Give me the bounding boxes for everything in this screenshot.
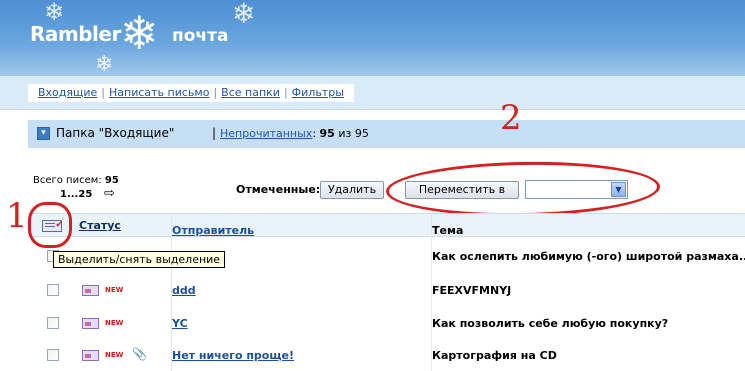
table-row[interactable]: NEW ddd FEEXVFMNYJ	[28, 274, 745, 307]
column-header-status[interactable]: Статус	[79, 219, 121, 232]
row-checkbox[interactable]	[47, 349, 59, 361]
nav-links: Входящие | Написать письмо | Все папки | Фильт…	[28, 84, 354, 102]
envelope-icon	[82, 350, 99, 361]
row-checkbox[interactable]	[47, 284, 59, 296]
table-header: Статус Отправитель Тема	[28, 213, 745, 237]
column-header-subject: Тема	[432, 224, 464, 237]
folder-separator: |	[212, 126, 217, 140]
unread-total: 95	[354, 127, 369, 140]
delete-button[interactable]: Удалить	[320, 181, 384, 199]
row-checkbox[interactable]	[47, 317, 59, 329]
select-all-tooltip: Выделить/снять выделение	[53, 251, 226, 268]
table-row[interactable]: NEW 📎 Нет ничего проще! Картография на C…	[28, 339, 745, 371]
unread-colon: :	[312, 127, 320, 140]
row-subject[interactable]: Картография на CD	[432, 349, 557, 362]
annotation-oval-two	[385, 159, 661, 219]
unread-link[interactable]: Непрочитанных	[220, 127, 312, 140]
nav-link-compose[interactable]: Написать письмо	[109, 86, 209, 99]
total-count: 95	[104, 175, 119, 186]
total-label: Всего писем:	[33, 175, 102, 186]
row-sender[interactable]: ddd	[172, 284, 196, 297]
snowflake-icon: ❄	[44, 0, 65, 26]
nav-separator: |	[213, 86, 218, 99]
rambler-logo[interactable]: Rambler	[30, 22, 121, 46]
row-subject[interactable]: Как позволить себе любую покупку?	[432, 317, 668, 330]
row-subject[interactable]: FEEXVFMNYJ	[432, 284, 511, 297]
annotation-number-one: 1	[6, 196, 28, 236]
folder-title: Папка "Входящие"	[56, 126, 175, 140]
annotation-number-two: 2	[500, 98, 522, 138]
snowflake-logo-icon: ❄	[120, 6, 159, 60]
marked-label: Отмеченные:	[236, 183, 321, 196]
nav-link-filters[interactable]: Фильтры	[292, 86, 344, 99]
new-badge: NEW	[105, 286, 124, 294]
new-badge: NEW	[105, 319, 124, 327]
paperclip-icon: 📎	[132, 347, 147, 361]
nav-link-inbox[interactable]: Входящие	[38, 86, 97, 99]
nav-link-all-folders[interactable]: Все папки	[221, 86, 280, 99]
column-header-sender[interactable]: Отправитель	[172, 224, 254, 237]
envelope-icon	[82, 285, 99, 296]
row-subject[interactable]: Как ослепить любимую (-ого) широтой разм…	[432, 250, 745, 263]
snowflake-icon: ❄	[95, 52, 114, 77]
next-page-arrow-icon[interactable]: ⇨	[104, 186, 115, 201]
unread-info: Непрочитанных: 95 из 95	[220, 127, 369, 140]
total-messages: Всего писем: 95	[33, 175, 119, 186]
nav-separator: |	[101, 86, 106, 99]
row-sender[interactable]: YC	[172, 317, 188, 330]
folder-bar: ▾ Папка "Входящие" | Непрочитанных: 95 и…	[28, 120, 745, 148]
row-sender[interactable]: Нет ничего проще!	[172, 349, 294, 362]
header: ❄ ❄ ❄ Rambler ❄ почта	[0, 0, 745, 80]
mail-service-title[interactable]: почта	[172, 26, 228, 46]
nav-separator: |	[283, 86, 288, 99]
envelope-icon	[82, 318, 99, 329]
unread-of: из	[338, 127, 352, 140]
unread-count: 95	[319, 127, 335, 140]
table-row[interactable]: NEW YC Как позволить себе любую покупку?	[28, 307, 745, 340]
new-badge: NEW	[105, 351, 124, 359]
folder-collapse-icon[interactable]: ▾	[37, 127, 50, 140]
page-range: 1...25	[60, 189, 93, 200]
snowflake-icon: ❄	[232, 0, 256, 30]
nav-bar: Входящие | Написать письмо | Все папки | Фильт…	[0, 76, 745, 110]
